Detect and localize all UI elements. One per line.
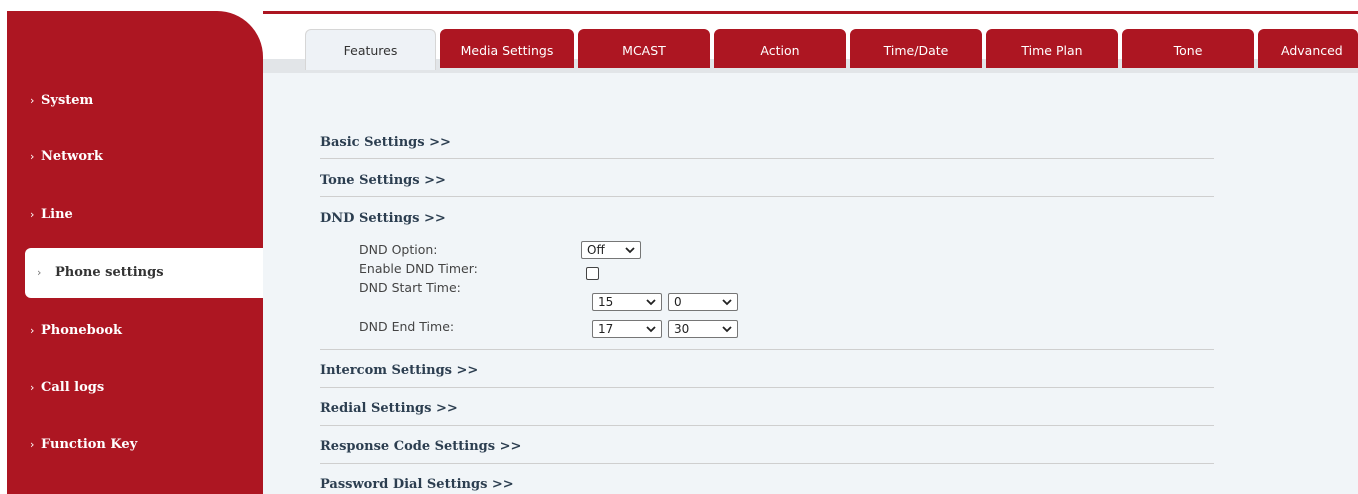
divider xyxy=(320,387,1214,388)
tab-media-settings[interactable]: Media Settings xyxy=(440,29,574,68)
sidebar-item-label: Phone settings xyxy=(55,265,164,280)
divider xyxy=(320,196,1214,197)
sidebar-item-network[interactable]: › Network xyxy=(7,143,263,171)
chevron-down-icon xyxy=(646,299,656,306)
dnd-end-hour-value: 17 xyxy=(598,322,614,336)
divider xyxy=(320,158,1214,159)
sidebar-item-line[interactable]: › Line xyxy=(7,201,263,229)
section-intercom-settings[interactable]: Intercom Settings >> xyxy=(320,361,1214,381)
dnd-timer-checkbox[interactable] xyxy=(586,267,599,280)
main-content: Basic Settings >> Tone Settings >> DND S… xyxy=(263,73,1358,494)
section-basic-settings[interactable]: Basic Settings >> xyxy=(320,133,1214,153)
tab-advanced[interactable]: Advanced xyxy=(1258,29,1358,68)
sidebar-item-function-key[interactable]: › Function Key xyxy=(7,431,263,459)
chevron-right-icon: › xyxy=(30,381,35,394)
tab-tone[interactable]: Tone xyxy=(1122,29,1254,68)
dnd-option-select[interactable]: Off xyxy=(581,241,641,259)
chevron-right-icon: › xyxy=(30,438,35,451)
chevron-down-icon xyxy=(646,326,656,333)
tab-time-date[interactable]: Time/Date xyxy=(850,29,982,68)
tab-bar: Features Media Settings MCAST Action Tim… xyxy=(263,11,1358,73)
dnd-start-hour-value: 15 xyxy=(598,295,614,309)
divider xyxy=(320,349,1214,350)
dnd-start-time-label: DND Start Time: xyxy=(359,280,461,295)
dnd-end-hour-select[interactable]: 17 xyxy=(592,320,662,338)
dnd-timer-label: Enable DND Timer: xyxy=(359,261,478,276)
chevron-down-icon xyxy=(625,247,635,254)
sidebar-item-label: Function Key xyxy=(41,437,138,452)
sidebar: › System › Network › Line › Phone settin… xyxy=(7,11,263,494)
sidebar-item-label: Line xyxy=(41,207,73,222)
chevron-right-icon: › xyxy=(37,266,42,279)
dnd-start-hour-select[interactable]: 15 xyxy=(592,293,662,311)
tab-mcast[interactable]: MCAST xyxy=(578,29,710,68)
dnd-end-minute-select[interactable]: 30 xyxy=(668,320,738,338)
dnd-start-minute-select[interactable]: 0 xyxy=(668,293,738,311)
tab-action[interactable]: Action xyxy=(714,29,846,68)
section-dnd-settings[interactable]: DND Settings >> xyxy=(320,209,1214,229)
dnd-end-time-label: DND End Time: xyxy=(359,319,455,334)
chevron-right-icon: › xyxy=(30,208,35,221)
sidebar-item-label: System xyxy=(41,93,94,108)
chevron-right-icon: › xyxy=(30,94,35,107)
sidebar-item-phone-settings[interactable]: › Phone settings xyxy=(25,248,263,298)
sidebar-item-label: Call logs xyxy=(41,380,105,395)
sidebar-item-label: Network xyxy=(41,149,103,164)
dnd-option-value: Off xyxy=(587,243,605,257)
sidebar-item-label: Phonebook xyxy=(41,323,123,338)
section-password-dial-settings[interactable]: Password Dial Settings >> xyxy=(320,475,1214,494)
tab-time-plan[interactable]: Time Plan xyxy=(986,29,1118,68)
section-response-code-settings[interactable]: Response Code Settings >> xyxy=(320,437,1214,457)
chevron-right-icon: › xyxy=(30,150,35,163)
tab-features[interactable]: Features xyxy=(305,29,436,70)
sidebar-item-system[interactable]: › System xyxy=(7,87,263,115)
section-redial-settings[interactable]: Redial Settings >> xyxy=(320,399,1214,419)
dnd-end-minute-value: 30 xyxy=(674,322,690,336)
dnd-option-label: DND Option: xyxy=(359,242,438,257)
section-tone-settings[interactable]: Tone Settings >> xyxy=(320,171,1214,191)
sidebar-item-call-logs[interactable]: › Call logs xyxy=(7,374,263,402)
divider xyxy=(320,425,1214,426)
dnd-start-minute-value: 0 xyxy=(674,295,682,309)
chevron-down-icon xyxy=(722,326,732,333)
chevron-down-icon xyxy=(722,299,732,306)
chevron-right-icon: › xyxy=(30,324,35,337)
sidebar-item-phonebook[interactable]: › Phonebook xyxy=(7,317,263,345)
divider xyxy=(320,463,1214,464)
